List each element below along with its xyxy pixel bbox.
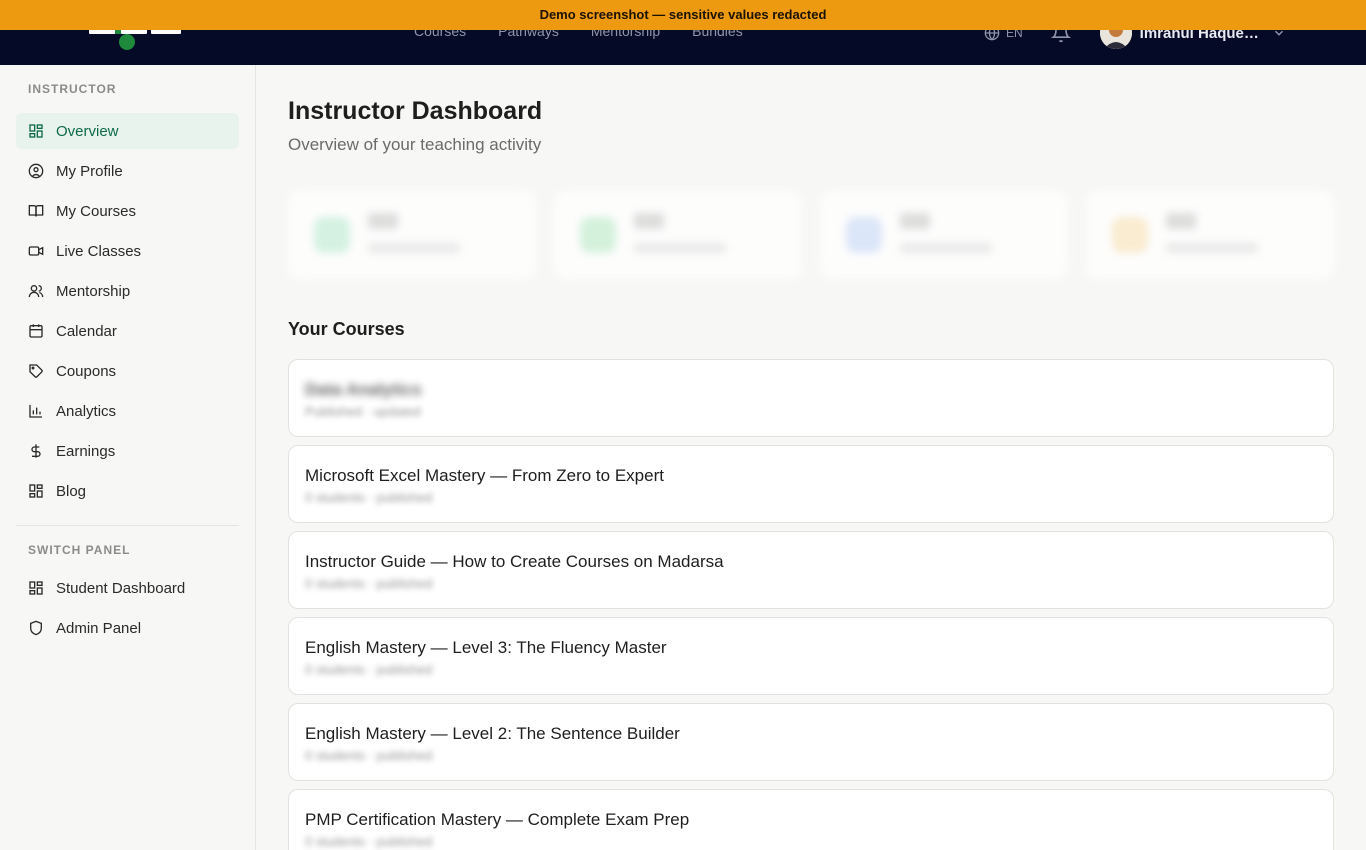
course-card[interactable]: Instructor Guide — How to Create Courses…	[288, 531, 1334, 609]
course-card[interactable]: PMP Certification Mastery — Complete Exa…	[288, 789, 1334, 850]
sidebar-item-admin-panel[interactable]: Admin Panel	[16, 610, 239, 646]
sidebar-item-my-courses[interactable]: My Courses	[16, 193, 239, 229]
sidebar-item-label: Live Classes	[56, 242, 142, 260]
video-camera-icon	[28, 246, 44, 256]
blog-grid-icon	[29, 484, 43, 498]
course-card[interactable]: English Mastery — Level 3: The Fluency M…	[288, 617, 1334, 695]
user-circle-icon	[28, 163, 44, 179]
course-title: English Mastery — Level 3: The Fluency M…	[305, 638, 667, 657]
course-card[interactable]: Data Analytics Published · updated	[288, 359, 1334, 437]
sidebar-item-student-dashboard[interactable]: Student Dashboard	[16, 570, 239, 606]
course-card[interactable]: English Mastery — Level 2: The Sentence …	[288, 703, 1334, 781]
course-title: English Mastery — Level 2: The Sentence …	[305, 724, 680, 743]
sidebar-item-label: Analytics	[56, 402, 117, 420]
stat-icon	[846, 217, 882, 253]
course-meta: 0 students · published	[305, 576, 433, 591]
demo-banner: Demo screenshot — sensitive values redac…	[0, 0, 1366, 30]
tag-icon	[29, 364, 43, 378]
sidebar-item-blog[interactable]: Blog	[16, 473, 239, 509]
sidebar-item-label: Blog	[56, 482, 87, 500]
course-meta: Published · updated	[305, 404, 421, 419]
sidebar-item-label: Mentorship	[56, 282, 131, 300]
users-icon	[28, 285, 44, 298]
stat-card	[288, 191, 536, 279]
stat-label	[634, 243, 726, 253]
calendar-icon	[29, 324, 43, 338]
sidebar-item-overview[interactable]: Overview	[16, 113, 239, 149]
sidebar-item-label: My Profile	[56, 162, 123, 180]
sidebar-item-coupons[interactable]: Coupons	[16, 353, 239, 389]
sidebar-section-switch-panel: SWITCH PANEL	[28, 543, 131, 557]
course-title: PMP Certification Mastery — Complete Exa…	[305, 810, 690, 829]
course-meta: 0 students · published	[305, 662, 433, 677]
shield-icon	[30, 620, 42, 636]
stat-value	[634, 213, 664, 229]
course-meta: 0 students · published	[305, 490, 433, 505]
sidebar: INSTRUCTOR Overview My Profile My Course…	[0, 65, 256, 850]
courses-section-title: Your Courses	[288, 319, 405, 339]
sidebar-item-calendar[interactable]: Calendar	[16, 313, 239, 349]
course-meta: 0 students · published	[305, 834, 433, 849]
stat-value	[368, 213, 398, 229]
stat-label	[900, 243, 992, 253]
stat-value	[900, 213, 930, 229]
dashboard-grid-icon	[29, 581, 43, 595]
stat-value	[1166, 213, 1196, 229]
course-card[interactable]: Microsoft Excel Mastery — From Zero to E…	[288, 445, 1334, 523]
book-open-icon	[28, 205, 44, 217]
course-title: Data Analytics	[305, 380, 422, 399]
stat-card	[1086, 191, 1334, 279]
sidebar-item-label: Coupons	[56, 362, 117, 380]
sidebar-item-label: My Courses	[56, 202, 137, 220]
bar-chart-icon	[29, 405, 42, 418]
sidebar-item-label: Admin Panel	[56, 619, 142, 637]
sidebar-divider	[16, 525, 239, 526]
sidebar-item-label: Student Dashboard	[56, 579, 186, 597]
stat-icon	[580, 217, 616, 253]
dashboard-grid-icon	[29, 124, 43, 138]
stat-label	[368, 243, 460, 253]
page-subtitle: Overview of your teaching activity	[288, 135, 542, 154]
stat-icon	[314, 217, 350, 253]
sidebar-section-instructor: INSTRUCTOR	[28, 82, 117, 96]
sidebar-item-earnings[interactable]: Earnings	[16, 433, 239, 469]
sidebar-item-mentorship[interactable]: Mentorship	[16, 273, 239, 309]
sidebar-item-label: Overview	[56, 122, 119, 140]
stat-card	[820, 191, 1068, 279]
dollar-icon	[31, 444, 41, 458]
sidebar-item-analytics[interactable]: Analytics	[16, 393, 239, 429]
stat-card	[554, 191, 802, 279]
course-title: Microsoft Excel Mastery — From Zero to E…	[305, 466, 664, 485]
course-title: Instructor Guide — How to Create Courses…	[305, 552, 724, 571]
stat-label	[1166, 243, 1258, 253]
page-title: Instructor Dashboard	[288, 97, 543, 125]
sidebar-item-label: Earnings	[56, 442, 116, 460]
sidebar-item-my-profile[interactable]: My Profile	[16, 153, 239, 189]
sidebar-item-label: Calendar	[56, 322, 117, 340]
course-meta: 0 students · published	[305, 748, 433, 763]
sidebar-item-live-classes[interactable]: Live Classes	[16, 233, 239, 269]
stat-icon	[1112, 217, 1148, 253]
